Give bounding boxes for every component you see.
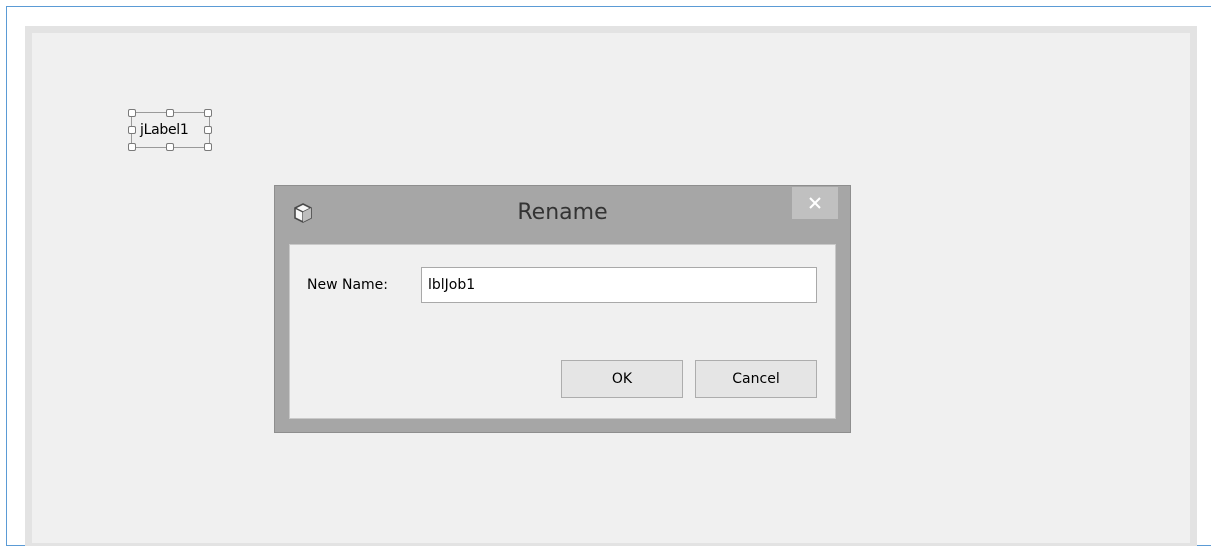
- resize-handle-s[interactable]: [166, 143, 174, 151]
- ok-button[interactable]: OK: [561, 360, 683, 398]
- rename-dialog: Rename New Name: OK Cancel: [274, 185, 851, 433]
- new-name-label: New Name:: [307, 277, 389, 293]
- new-name-input[interactable]: [421, 267, 817, 303]
- resize-handle-se[interactable]: [204, 143, 212, 151]
- resize-handle-sw[interactable]: [128, 143, 136, 151]
- dialog-title: Rename: [517, 200, 608, 225]
- dialog-titlebar[interactable]: Rename: [275, 186, 850, 244]
- selected-jlabel[interactable]: jLabel1: [128, 109, 212, 151]
- resize-handle-nw[interactable]: [128, 109, 136, 117]
- cancel-button[interactable]: Cancel: [695, 360, 817, 398]
- jlabel-text: jLabel1: [140, 122, 189, 138]
- close-icon: [809, 197, 821, 209]
- dialog-content: New Name: OK Cancel: [289, 244, 836, 419]
- resize-handle-e[interactable]: [204, 126, 212, 134]
- resize-handle-n[interactable]: [166, 109, 174, 117]
- close-button[interactable]: [792, 187, 838, 219]
- resize-handle-w[interactable]: [128, 126, 136, 134]
- resize-handle-ne[interactable]: [204, 109, 212, 117]
